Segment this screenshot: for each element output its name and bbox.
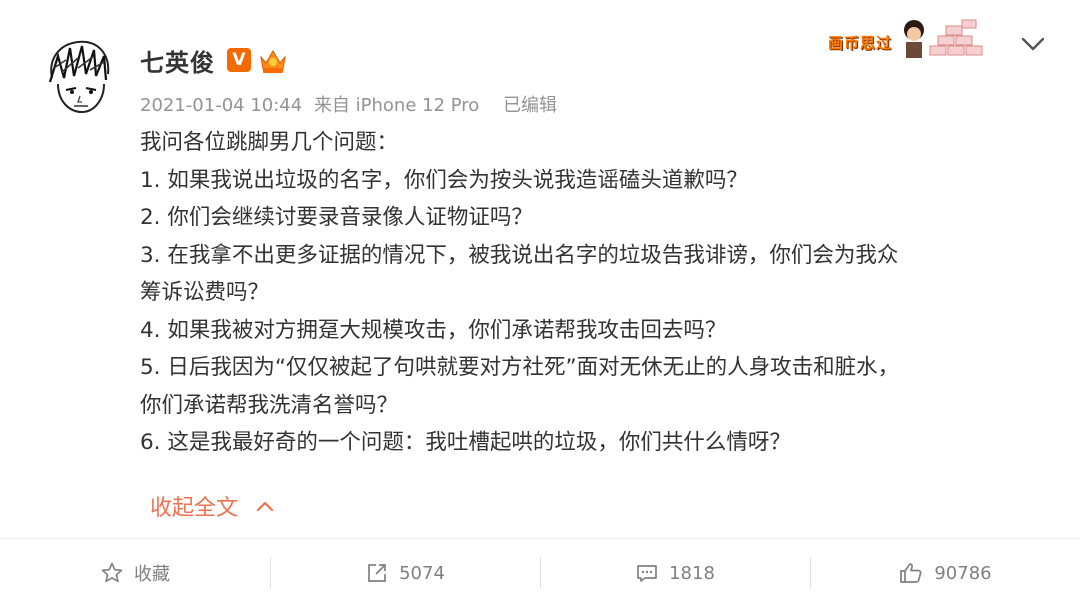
post-meta: 2021-01-04 10:44 来自 iPhone 12 Pro 已编辑: [140, 91, 563, 117]
decoration-text: 画币思过: [828, 34, 893, 52]
username[interactable]: 七英俊: [140, 43, 215, 78]
comment-count: 1818: [669, 562, 715, 584]
favorite-button[interactable]: 收藏: [0, 539, 270, 607]
comment-icon: [637, 565, 657, 582]
chevron-down-icon[interactable]: [1020, 34, 1046, 54]
post-header: 七英俊 V: [140, 40, 289, 80]
post-source: 来自 iPhone 12 Pro: [313, 95, 480, 116]
like-button[interactable]: 90786: [810, 539, 1080, 607]
verified-v-icon: V: [227, 48, 251, 72]
content-question-1: 1. 如果我说出垃圾的名字，你们会为按头说我造谣磕头道歉吗？: [140, 167, 748, 193]
content-question-6: 6. 这是我最好奇的一个问题：我吐槽起哄的垃圾，你们共什么情呀？: [140, 430, 791, 455]
action-bar: 收藏 5074 1818 90786: [0, 539, 1080, 607]
star-icon: [101, 562, 123, 583]
thumbs-up-icon: [900, 563, 922, 583]
repost-count: 5074: [399, 562, 445, 584]
content-question-3-line-2: 筹诉讼费吗？: [140, 280, 270, 305]
card-decoration: 画币思过: [828, 12, 988, 62]
post-timestamp[interactable]: 2021-01-04 10:44: [140, 95, 302, 116]
repost-button[interactable]: 5074: [270, 539, 540, 607]
post-content: 我问各位跳脚男几个问题： 1. 如果我说出垃圾的名字，你们会为按头说我造谣磕头道…: [140, 124, 1040, 462]
comment-button[interactable]: 1818: [540, 539, 810, 607]
collapse-full-text-link[interactable]: 收起全文: [150, 490, 274, 522]
content-question-5-line-2: 你们承诺帮我洗清名誉吗？: [140, 392, 399, 418]
money-stack-icon: [904, 19, 983, 58]
share-icon: [368, 564, 386, 582]
collapse-label: 收起全文: [150, 496, 239, 521]
crown-badge-icon: [260, 50, 286, 73]
favorite-label: 收藏: [134, 564, 170, 585]
edited-label[interactable]: 已编辑: [503, 95, 557, 116]
content-question-3-line-1: 3. 在我拿不出更多证据的情况下，被我说出名字的垃圾告我诽谤，你们会为我众: [140, 242, 899, 268]
content-question-5-line-1: 5. 日后我因为“仅仅被起了句哄就要对方社死”面对无休无止的人身攻击和脏水，: [140, 355, 900, 380]
content-intro: 我问各位跳脚男几个问题：: [140, 130, 399, 155]
content-question-4: 4. 如果我被对方拥趸大规模攻击，你们承诺帮我攻击回去吗？: [140, 317, 727, 343]
chevron-up-icon: [256, 501, 274, 512]
content-question-2: 2. 你们会继续讨要录音录像人证物证吗？: [140, 205, 533, 230]
like-count: 90786: [934, 562, 992, 584]
avatar[interactable]: [44, 38, 114, 116]
name-row: 七英俊 V: [140, 40, 289, 80]
